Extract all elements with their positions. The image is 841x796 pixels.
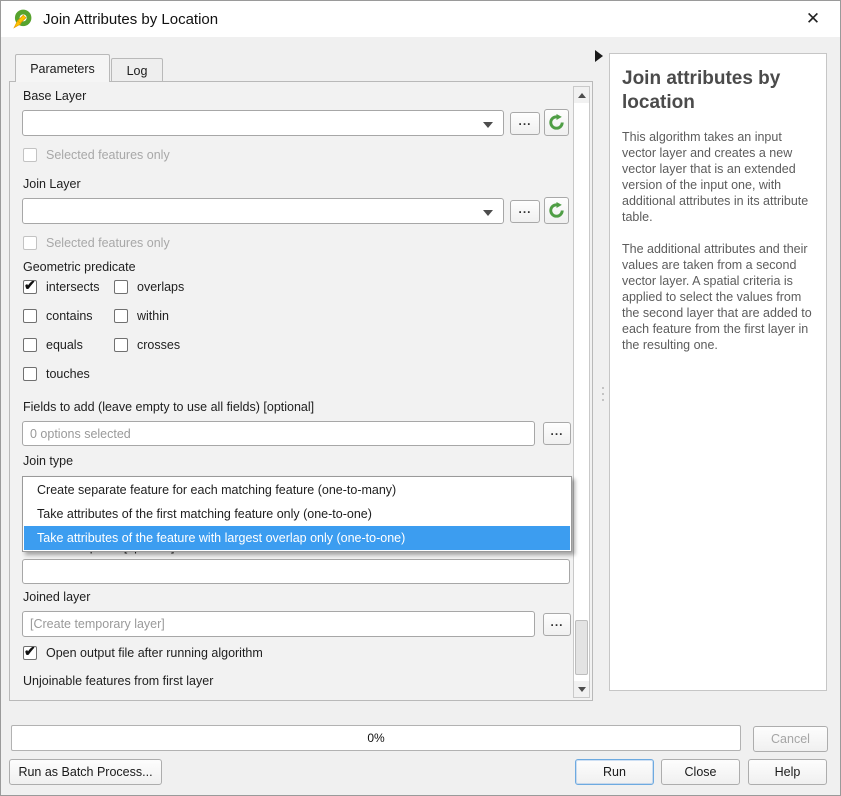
iterate-icon: [548, 202, 565, 219]
predicate-within-checkbox[interactable]: within: [114, 309, 264, 323]
run-as-batch-button[interactable]: Run as Batch Process...: [9, 759, 162, 785]
chevron-down-icon: [483, 122, 493, 128]
joined-layer-browse-button[interactable]: ...: [543, 613, 571, 636]
checkbox-box: [23, 367, 37, 381]
join-layer-label: Join Layer: [23, 177, 81, 191]
scrollbar-thumb[interactable]: [575, 620, 588, 675]
base-layer-label: Base Layer: [23, 89, 86, 103]
checkbox-label: overlaps: [137, 280, 184, 294]
joined-layer-input[interactable]: [Create temporary layer]: [22, 611, 535, 637]
checkbox-box: [114, 309, 128, 323]
join-layer-browse-button[interactable]: ...: [510, 200, 540, 223]
join-layer-select[interactable]: [22, 198, 504, 224]
arrow-down-icon: [578, 687, 586, 692]
checkbox-box: [23, 309, 37, 323]
joined-layer-label: Joined layer: [23, 590, 90, 604]
join-layer-iterate-button[interactable]: [544, 197, 569, 224]
iterate-icon: [548, 114, 565, 131]
checkbox-box: [23, 338, 37, 352]
title-bar: Join Attributes by Location ✕: [1, 1, 840, 37]
checkbox-box: [23, 280, 37, 294]
checkbox-label: Selected features only: [46, 148, 170, 162]
fields-to-add-label: Fields to add (leave empty to use all fi…: [23, 400, 314, 414]
scroll-down-button[interactable]: [574, 681, 589, 697]
checkbox-box: [114, 280, 128, 294]
geometric-predicate-label: Geometric predicate: [23, 260, 136, 274]
unjoinable-label: Unjoinable features from first layer: [23, 674, 213, 688]
predicate-equals-checkbox[interactable]: equals: [23, 338, 114, 352]
fields-to-add-input[interactable]: 0 options selected: [22, 421, 535, 446]
base-layer-browse-button[interactable]: ...: [510, 112, 540, 135]
checkbox-label: crosses: [137, 338, 180, 352]
checkbox-box: [23, 236, 37, 250]
checkbox-box: [114, 338, 128, 352]
checkbox-label: within: [137, 309, 169, 323]
checkbox-label: touches: [46, 367, 90, 381]
fields-to-add-browse-button[interactable]: ...: [543, 422, 571, 445]
progress-bar: 0%: [11, 725, 741, 751]
join-type-label: Join type: [23, 454, 73, 468]
join-type-option[interactable]: Take attributes of the feature with larg…: [24, 526, 570, 550]
vertical-scrollbar[interactable]: [573, 86, 590, 698]
chevron-down-icon: [483, 210, 493, 216]
tab-log[interactable]: Log: [111, 58, 163, 82]
checkbox-box: [23, 148, 37, 162]
checkbox-box: [23, 646, 37, 660]
tab-parameters[interactable]: Parameters: [15, 54, 110, 82]
checkbox-label: intersects: [46, 280, 100, 294]
help-button[interactable]: Help: [748, 759, 827, 785]
scroll-up-button[interactable]: [574, 87, 589, 103]
help-title: Join attributes by location: [622, 67, 814, 115]
join-type-popup: Create separate feature for each matchin…: [22, 476, 572, 552]
predicate-touches-checkbox[interactable]: touches: [23, 367, 114, 381]
join-type-option[interactable]: Create separate feature for each matchin…: [24, 478, 570, 502]
join-attributes-dialog: Join Attributes by Location ✕ Parameters…: [0, 0, 841, 796]
prefix-input[interactable]: [22, 559, 570, 584]
checkbox-label: Open output file after running algorithm: [46, 646, 263, 660]
join-selected-only-checkbox[interactable]: Selected features only: [23, 236, 170, 250]
run-button[interactable]: Run: [575, 759, 654, 785]
predicate-crosses-checkbox[interactable]: crosses: [114, 338, 264, 352]
close-button[interactable]: Close: [661, 759, 740, 785]
checkbox-label: Selected features only: [46, 236, 170, 250]
help-paragraph: The additional attributes and their valu…: [622, 241, 814, 353]
predicate-intersects-checkbox[interactable]: intersects: [23, 280, 114, 294]
base-selected-only-checkbox[interactable]: Selected features only: [23, 148, 170, 162]
cancel-button[interactable]: Cancel: [753, 726, 828, 752]
base-layer-select[interactable]: [22, 110, 504, 136]
splitter-handle[interactable]: [601, 387, 604, 421]
arrow-up-icon: [578, 93, 586, 98]
help-panel: Join attributes by location This algorit…: [609, 53, 827, 691]
window-title: Join Attributes by Location: [43, 11, 218, 28]
predicate-overlaps-checkbox[interactable]: overlaps: [114, 280, 264, 294]
qgis-logo-icon: [11, 8, 34, 31]
close-icon[interactable]: ✕: [802, 8, 824, 30]
parameters-pane: Base Layer ... Selected features only Jo…: [9, 81, 593, 701]
collapse-help-icon[interactable]: [595, 50, 603, 62]
checkbox-label: equals: [46, 338, 83, 352]
help-paragraph: This algorithm takes an input vector lay…: [622, 129, 814, 225]
join-type-option[interactable]: Take attributes of the first matching fe…: [24, 502, 570, 526]
predicate-contains-checkbox[interactable]: contains: [23, 309, 114, 323]
checkbox-label: contains: [46, 309, 93, 323]
predicate-grid: intersects overlaps contains within equa…: [23, 280, 264, 381]
base-layer-iterate-button[interactable]: [544, 109, 569, 136]
open-output-checkbox[interactable]: Open output file after running algorithm: [23, 646, 263, 660]
